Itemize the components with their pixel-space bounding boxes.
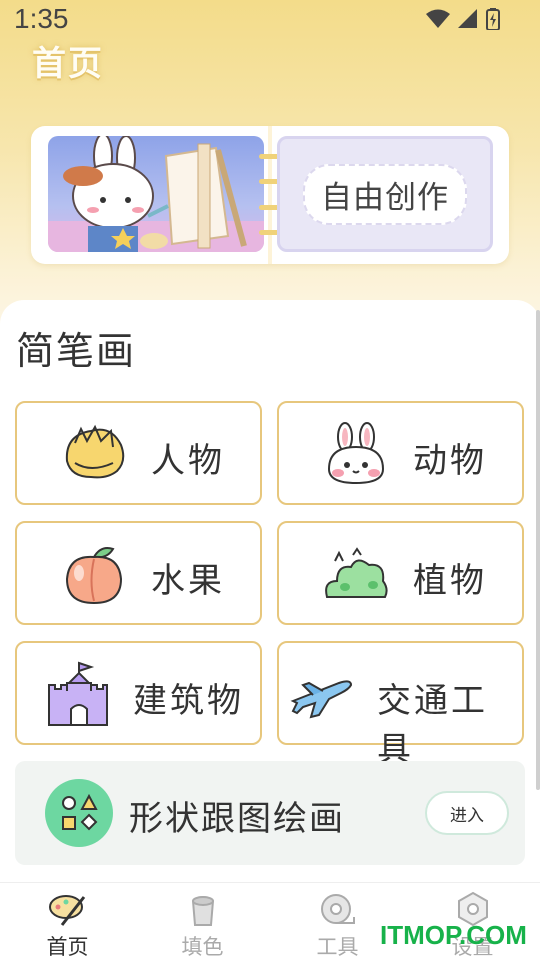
nav-label: 填色 <box>181 935 224 959</box>
free-create-card[interactable]: 自由创作 <box>31 126 509 264</box>
peach-icon <box>65 547 123 605</box>
card-binding <box>268 126 272 264</box>
shape-tracing-label: 形状跟图绘画 <box>129 799 345 839</box>
nav-label: 首页 <box>46 935 89 959</box>
category-label: 建筑物 <box>133 681 244 721</box>
hair-icon <box>65 424 125 479</box>
signal-icon <box>458 9 477 28</box>
battery-icon <box>486 8 500 30</box>
category-people-button[interactable]: 人物 <box>15 401 262 505</box>
status-time: 1:35 <box>14 3 69 34</box>
scrollbar[interactable] <box>536 310 540 790</box>
home-brush-icon <box>48 895 85 926</box>
category-fruit-button[interactable]: 水果 <box>15 521 262 625</box>
castle-icon <box>48 661 108 726</box>
bunny-painter-illustration <box>48 136 264 252</box>
category-animals-button[interactable]: 动物 <box>277 401 524 505</box>
section-title: 简笔画 <box>16 329 137 373</box>
airplane-icon <box>290 680 353 719</box>
nav-label: 工具 <box>316 935 359 959</box>
category-plants-button[interactable]: 植物 <box>277 521 524 625</box>
shapes-icon <box>45 779 113 847</box>
category-label: 交通工具 <box>377 681 488 770</box>
wifi-icon <box>426 9 450 28</box>
enter-button[interactable]: 进入 <box>425 791 509 835</box>
category-label: 动物 <box>413 441 487 481</box>
free-create-panel: 自由创作 <box>277 136 493 252</box>
nav-home[interactable]: 首页 <box>0 883 135 960</box>
shape-tracing-card[interactable]: 形状跟图绘画 进入 <box>15 761 525 865</box>
bush-icon <box>325 547 388 598</box>
status-icons <box>426 8 500 30</box>
category-label: 水果 <box>151 561 225 601</box>
watermark: ITMOP.COM <box>380 920 527 950</box>
category-label: 植物 <box>413 561 487 601</box>
bunny-icon <box>327 422 385 485</box>
category-buildings-button[interactable]: 建筑物 <box>15 641 262 745</box>
category-transport-button[interactable]: 交通工具 <box>277 641 524 770</box>
nav-coloring[interactable]: 填色 <box>135 883 270 960</box>
category-label: 人物 <box>151 441 225 481</box>
page-title: 首页 <box>32 44 104 84</box>
paint-bucket-icon <box>191 896 214 926</box>
status-bar: 1:35 <box>0 0 540 38</box>
free-create-label: 自由创作 <box>303 163 467 225</box>
tape-icon <box>320 894 355 924</box>
